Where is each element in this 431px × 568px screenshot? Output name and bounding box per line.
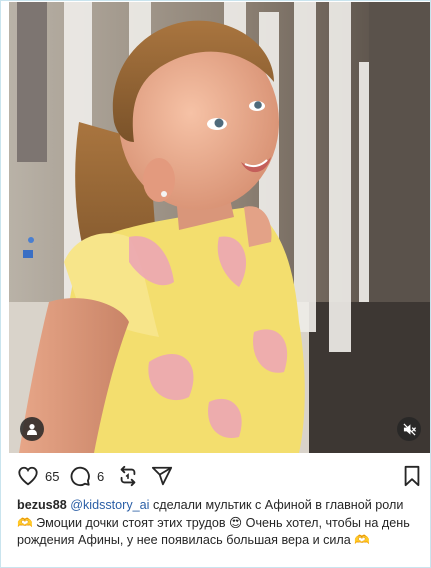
paper-plane-icon — [151, 466, 173, 486]
bookmark-icon — [404, 465, 420, 487]
comment-button[interactable]: 6 — [69, 463, 104, 489]
heart-icon — [18, 466, 38, 486]
comment-count: 6 — [97, 468, 105, 484]
comment-bubble-icon — [70, 466, 90, 487]
save-button[interactable] — [402, 463, 422, 489]
post-photo[interactable] — [9, 2, 430, 453]
photo-illustration — [9, 2, 430, 453]
like-button[interactable]: 65 — [17, 463, 59, 489]
like-count: 65 — [45, 468, 60, 484]
mute-button[interactable] — [397, 417, 421, 441]
repost-button[interactable] — [117, 463, 139, 489]
tagged-user-button[interactable] — [20, 417, 44, 441]
caption-mention[interactable]: @kidsstory_ai — [70, 498, 149, 512]
post-caption: bezus88 @kidsstory_ai сделали мультик с … — [17, 497, 419, 550]
post-actions-bar: 65 6 — [17, 463, 422, 489]
person-icon — [27, 424, 37, 435]
caption-username[interactable]: bezus88 — [17, 498, 67, 512]
repost-icon — [120, 465, 136, 487]
speaker-muted-icon — [403, 423, 416, 435]
send-button[interactable] — [151, 463, 173, 489]
post-card: 65 6 bezus88 @kidsstory_ai сделали мульт… — [0, 0, 431, 568]
